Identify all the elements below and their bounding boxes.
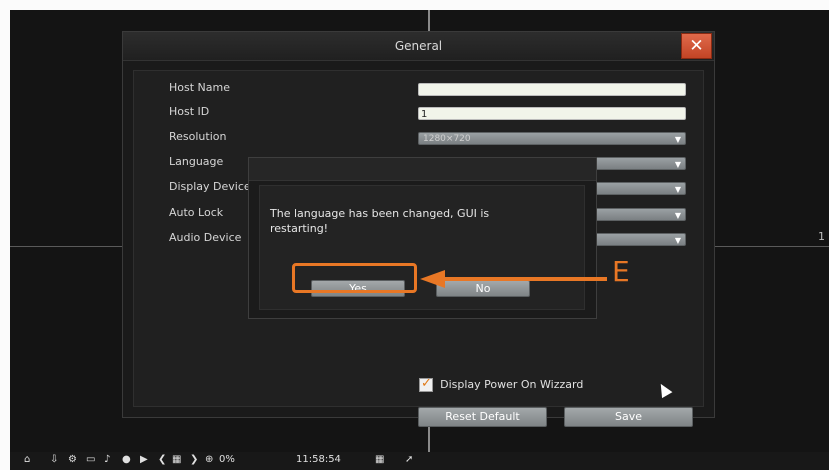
next-icon[interactable]: ❯ (190, 454, 198, 465)
home-icon[interactable]: ⌂ (24, 454, 30, 465)
reset-default-button[interactable]: Reset Default (418, 407, 547, 427)
resolution-value: 1280×720 (423, 134, 471, 144)
checkmark-icon: ✓ (421, 375, 432, 391)
resolution-label: Resolution (169, 130, 227, 143)
record-icon[interactable]: ⇩ (50, 454, 58, 465)
settings-icon[interactable]: ⚙ (68, 454, 77, 465)
annotation-arrow-icon (420, 270, 445, 288)
host-id-field[interactable]: 1 (418, 107, 686, 120)
volume-icon[interactable]: ♪ (104, 454, 110, 465)
host-name-field[interactable] (418, 83, 686, 96)
annotation-arrow-line (445, 277, 607, 281)
dialog-message: The language has been changed, GUI is re… (270, 207, 490, 235)
close-button[interactable]: ✕ (681, 33, 712, 59)
no-button[interactable]: No (436, 280, 530, 297)
play-icon[interactable]: ▶ (140, 454, 148, 465)
close-icon: ✕ (689, 36, 704, 56)
language-label: Language (169, 155, 224, 168)
display-device-label: Display Device (169, 180, 251, 193)
layout-icon[interactable]: ▦ (172, 454, 181, 465)
pin-icon[interactable]: ➚ (405, 454, 413, 465)
host-name-label: Host Name (169, 81, 230, 94)
chevron-down-icon: ▼ (674, 211, 681, 220)
annotation-letter: E (612, 255, 630, 288)
save-button[interactable]: Save (564, 407, 693, 427)
monitor-icon[interactable]: ▭ (86, 454, 95, 465)
grid-icon[interactable]: ▦ (375, 454, 384, 465)
resolution-select[interactable]: 1280×720 ▼ (418, 132, 686, 145)
chevron-down-icon: ▼ (674, 236, 681, 245)
edge-marker: 1 (818, 230, 825, 243)
chevron-down-icon: ▼ (674, 160, 681, 169)
info-icon[interactable]: ● (122, 454, 131, 465)
host-id-label: Host ID (169, 105, 210, 118)
chevron-down-icon: ▼ (674, 135, 681, 144)
clock-time: 11:58:54 (296, 454, 341, 465)
disk-percent: 0% (219, 454, 235, 465)
wizard-checkbox-row[interactable]: ✓ Display Power On Wizzard (419, 374, 583, 393)
prev-icon[interactable]: ❮ (158, 454, 166, 465)
dialog-titlebar (249, 158, 596, 181)
wizard-checkbox-label: Display Power On Wizzard (440, 378, 584, 391)
chevron-down-icon: ▼ (674, 185, 681, 194)
audio-device-label: Audio Device (169, 231, 242, 244)
disk-icon: ⊕ (205, 454, 214, 465)
wizard-checkbox[interactable]: ✓ (419, 375, 433, 392)
window-titlebar: General ✕ (123, 32, 714, 61)
annotation-highlight-box (292, 263, 417, 293)
taskbar: ⌂ ⇩ ⚙ ▭ ♪ ● ▶ ❮ ▦ ❯ ⊕ 0% 11:58:54 ▦ ➚ (10, 452, 829, 470)
restart-dialog: The language has been changed, GUI is re… (248, 157, 597, 319)
window-title: General (394, 39, 443, 53)
auto-lock-label: Auto Lock (169, 206, 224, 219)
